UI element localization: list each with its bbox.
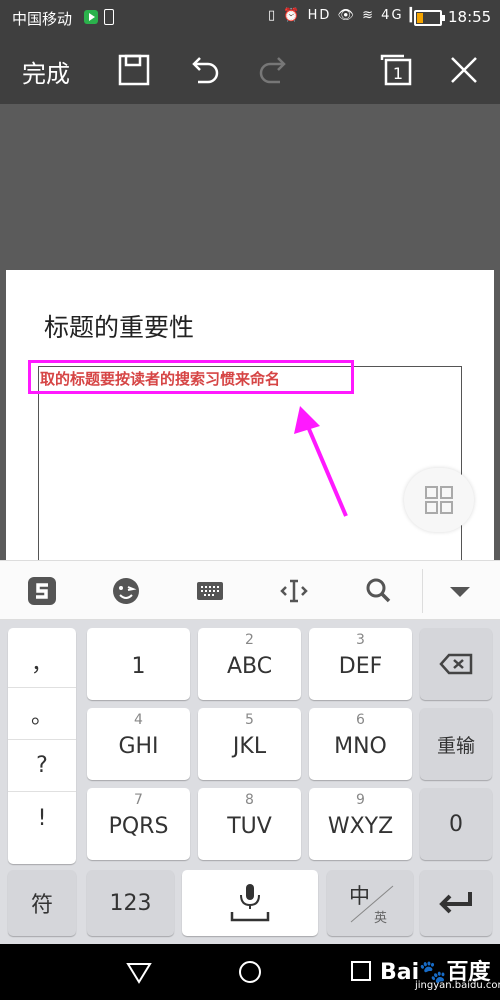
space-voice-key[interactable] [182, 870, 318, 936]
editor-toolbar: 完成 1 [0, 36, 500, 104]
key-9[interactable]: 9 WXYZ [309, 788, 412, 860]
back-icon[interactable] [126, 960, 152, 984]
punctuation-key[interactable]: ! [8, 792, 76, 844]
pages-icon[interactable]: 1 [378, 52, 414, 88]
annotation-arrow-icon [294, 406, 348, 517]
grid-menu-button[interactable] [404, 468, 474, 532]
microphone-icon [230, 884, 270, 922]
document-title[interactable]: 标题的重要性 [44, 308, 194, 344]
undo-icon[interactable] [186, 52, 222, 88]
lang-divider-icon [350, 885, 394, 923]
key-5[interactable]: 5 JKL [198, 708, 301, 780]
notification-icon [104, 9, 114, 25]
ime-divider [422, 569, 423, 613]
enter-icon [439, 892, 472, 914]
collapse-keyboard-icon[interactable] [444, 575, 476, 607]
status-bar: 中国移动 ▯ ⏰ HD 👁 ≋ 4G ▎ 18:55 [0, 0, 500, 36]
ime-toolbar [0, 560, 500, 620]
save-icon[interactable] [116, 52, 152, 88]
punctuation-key[interactable]: 。 [8, 688, 76, 740]
cursor-move-icon[interactable] [278, 575, 310, 607]
status-icons: ▯ ⏰ HD 👁 ≋ 4G ▎ [268, 8, 422, 23]
clock: 18:55 [448, 8, 492, 26]
key-1[interactable]: 1 [87, 628, 190, 700]
punctuation-key[interactable]: ， [8, 636, 76, 688]
recents-icon[interactable] [350, 960, 372, 982]
watermark-url: jingyan.baidu.com [415, 980, 500, 991]
play-store-icon [84, 10, 98, 24]
enter-key[interactable] [420, 870, 492, 936]
emoji-icon[interactable] [110, 575, 142, 607]
key-2[interactable]: 2 ABC [198, 628, 301, 700]
numeric-key[interactable]: 123 [87, 870, 174, 936]
search-icon[interactable] [362, 575, 394, 607]
backspace-icon [439, 653, 473, 675]
grid-icon [425, 486, 453, 514]
key-3[interactable]: 3 DEF [309, 628, 412, 700]
keyboard-icon[interactable] [194, 575, 226, 607]
redo-icon[interactable] [256, 52, 292, 88]
document-subtitle[interactable]: 取的标题要按读者的搜索习惯来命名 [40, 368, 280, 389]
carrier-label: 中国移动 [12, 10, 73, 28]
punctuation-column[interactable]: ， 。 ? ! [8, 628, 76, 864]
punctuation-key[interactable]: ? [8, 740, 76, 792]
key-0[interactable]: 0 [420, 788, 492, 860]
language-switch-key[interactable]: 中 英 [327, 870, 413, 936]
key-8[interactable]: 8 TUV [198, 788, 301, 860]
reinput-key[interactable]: 重输 [420, 708, 492, 780]
pages-count: 1 [393, 64, 403, 83]
close-icon[interactable] [446, 52, 482, 88]
t9-keyboard: ， 。 ? ! 1 2 ABC 3 DEF 4 GHI 5 JKL 6 MNO … [0, 620, 500, 944]
backspace-key[interactable] [420, 628, 492, 700]
done-button[interactable]: 完成 [22, 54, 70, 89]
key-6[interactable]: 6 MNO [309, 708, 412, 780]
sogou-logo-icon[interactable] [26, 575, 58, 607]
symbol-key[interactable]: 符 [8, 870, 76, 936]
key-7[interactable]: 7 PQRS [87, 788, 190, 860]
key-4[interactable]: 4 GHI [87, 708, 190, 780]
battery-icon [414, 10, 445, 26]
home-icon[interactable] [238, 960, 262, 984]
text-box[interactable] [38, 366, 462, 568]
